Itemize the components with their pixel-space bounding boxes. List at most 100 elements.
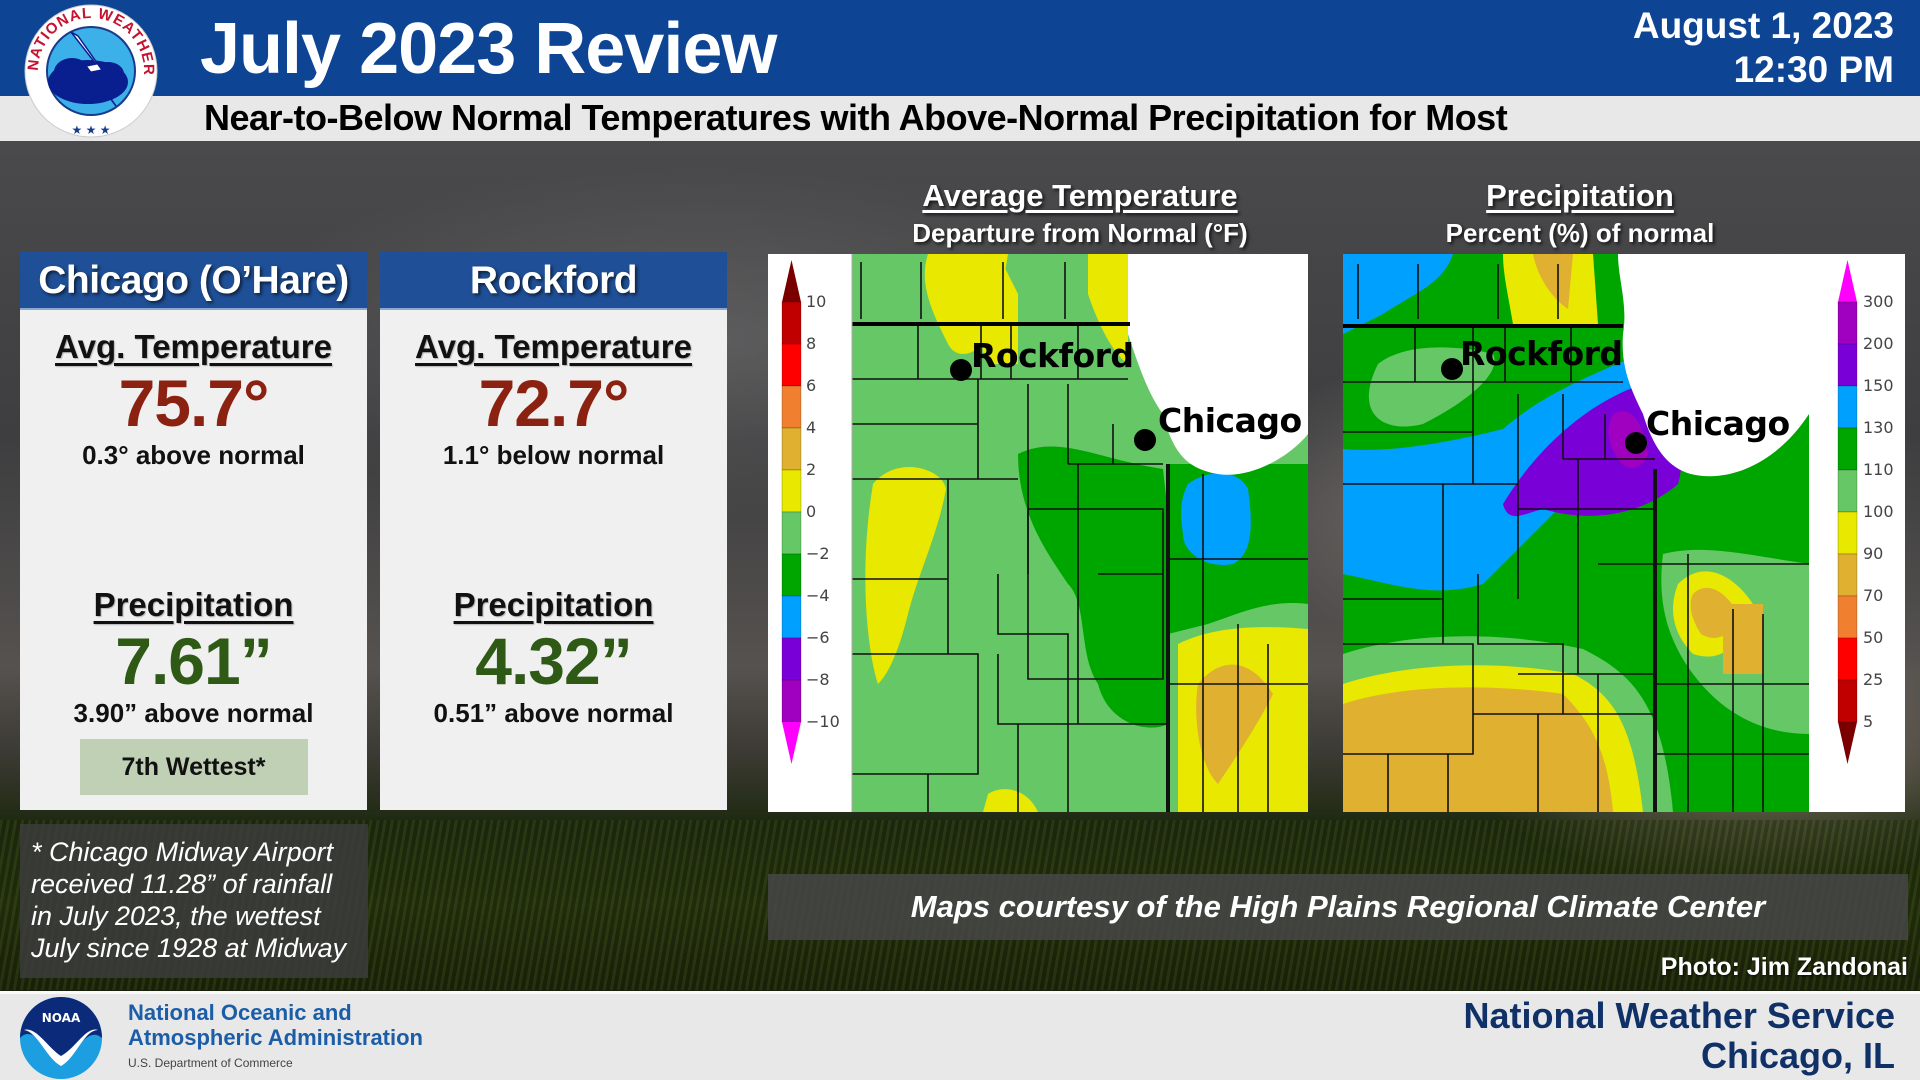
station-panel-chicago: Chicago (O’Hare) Avg. Temperature 75.7° … bbox=[20, 252, 367, 810]
temp-departure: 1.1° below normal bbox=[442, 440, 665, 470]
temp-label: Avg. Temperature bbox=[55, 328, 332, 365]
legend-tick-label: −6 bbox=[806, 628, 830, 647]
svg-text:★ ★ ★: ★ ★ ★ bbox=[72, 123, 111, 137]
precip-total-value: 4.32” bbox=[475, 624, 632, 698]
footnote-line: * Chicago Midway Airport bbox=[31, 837, 334, 867]
legend-swatch bbox=[1837, 679, 1858, 723]
nws-logo-icon: NATIONAL WEATHER SERVICE ★ ★ ★ bbox=[16, 2, 158, 138]
rank-badge: 7th Wettest* bbox=[79, 739, 308, 795]
contour-below-normal bbox=[1343, 687, 1613, 812]
legend-tick-label: 50 bbox=[1863, 628, 1884, 647]
legend-tick-label: 0 bbox=[806, 502, 817, 521]
maps-courtesy-note: Maps courtesy of the High Plains Regiona… bbox=[768, 874, 1908, 940]
legend-arrow-top bbox=[782, 260, 801, 302]
legend-tick-label: 110 bbox=[1863, 460, 1894, 479]
noaa-name-line2: Atmospheric Administration bbox=[128, 1025, 423, 1050]
chicago-marker bbox=[1625, 432, 1647, 454]
footnote-line: in July 2023, the wettest bbox=[31, 901, 321, 931]
legend-tick-label: 5 bbox=[1863, 712, 1874, 731]
legend-tick-label: −2 bbox=[806, 544, 830, 563]
photo-credit: Photo: Jim Zandonai bbox=[1660, 953, 1908, 981]
legend-swatch bbox=[1837, 301, 1858, 345]
temp-departure: 0.3° above normal bbox=[82, 440, 305, 470]
legend-swatch bbox=[781, 385, 802, 429]
legend-tick-label: 130 bbox=[1863, 418, 1894, 437]
legend-tick-label: 8 bbox=[806, 334, 817, 353]
footnote-line: July since 1928 at Midway bbox=[31, 933, 347, 963]
legend-tick-label: 6 bbox=[806, 376, 817, 395]
temp-map-subheading: Departure from Normal (°F) bbox=[912, 218, 1248, 248]
legend-arrow-bottom bbox=[1838, 722, 1857, 764]
station-name: Chicago (O’Hare) bbox=[20, 252, 367, 310]
legend-tick-label: 10 bbox=[806, 292, 827, 311]
issued-datetime: August 1, 2023 12:30 PM bbox=[1633, 4, 1894, 92]
noaa-name: National Oceanic and Atmospheric Adminis… bbox=[128, 1000, 423, 1050]
legend-tick-label: −4 bbox=[806, 586, 830, 605]
legend-arrow-bottom bbox=[782, 722, 801, 764]
noaa-name-line1: National Oceanic and bbox=[128, 1000, 352, 1025]
page-subtitle: Near-to-Below Normal Temperatures with A… bbox=[204, 97, 1508, 138]
precip-map-heading: Precipitation bbox=[1486, 178, 1674, 213]
legend-tick-label: −8 bbox=[806, 670, 830, 689]
rockford-marker bbox=[950, 359, 972, 381]
legend-arrow-top bbox=[1838, 260, 1857, 302]
rockford-label: Rockford bbox=[1460, 334, 1623, 373]
legend-swatch bbox=[1837, 637, 1858, 681]
legend-swatch bbox=[1837, 511, 1858, 555]
legend-tick-label: 4 bbox=[806, 418, 817, 437]
legend-tick-label: 70 bbox=[1863, 586, 1884, 605]
precip-label: Precipitation bbox=[453, 586, 654, 623]
avg-temp-value: 72.7° bbox=[478, 366, 630, 440]
station-name: Rockford bbox=[380, 252, 727, 310]
issued-time: 12:30 PM bbox=[1733, 49, 1894, 90]
issued-date: August 1, 2023 bbox=[1632, 5, 1894, 46]
legend-swatch bbox=[781, 343, 802, 387]
legend-swatch bbox=[781, 679, 802, 723]
legend-tick-label: 90 bbox=[1863, 544, 1884, 563]
svg-text:NOAA: NOAA bbox=[42, 1011, 81, 1025]
nws-office: National Weather Service Chicago, IL bbox=[1463, 996, 1895, 1076]
legend-swatch bbox=[781, 553, 802, 597]
footnote-line: received 11.28” of rainfall bbox=[31, 869, 333, 899]
chicago-marker bbox=[1134, 429, 1156, 451]
noaa-logo-icon: NOAA bbox=[20, 997, 102, 1079]
page-title: July 2023 Review bbox=[200, 9, 777, 89]
temperature-departure-map: Rockford Chicago 10 8 6 4 2 0 −2 −4 −6 −8 −10 bbox=[768, 254, 1308, 812]
chicago-label: Chicago bbox=[1646, 404, 1790, 443]
legend-swatch bbox=[1837, 427, 1858, 471]
precip-map-graphic bbox=[1343, 254, 1858, 812]
temp-label: Avg. Temperature bbox=[415, 328, 692, 365]
legend-swatch bbox=[1837, 553, 1858, 597]
legend-swatch bbox=[781, 637, 802, 681]
contour-below-normal bbox=[1723, 604, 1763, 674]
contour-much-below-normal bbox=[1181, 473, 1251, 565]
avg-temp-value: 75.7° bbox=[118, 366, 270, 440]
temp-map-heading: Average Temperature bbox=[922, 178, 1238, 213]
precipitation-percent-map: Rockford Chicago 300 200 150 130 110 100 90 70 5… bbox=[1343, 254, 1905, 812]
noaa-department: U.S. Department of Commerce bbox=[128, 1056, 293, 1070]
legend-swatch bbox=[1837, 385, 1858, 429]
legend-tick-label: −10 bbox=[806, 712, 840, 731]
legend-swatch bbox=[781, 301, 802, 345]
legend-swatch bbox=[1837, 343, 1858, 387]
chicago-label: Chicago bbox=[1158, 401, 1302, 440]
legend-tick-label: 100 bbox=[1863, 502, 1894, 521]
nws-office-name: National Weather Service bbox=[1463, 995, 1895, 1036]
precip-total-value: 7.61” bbox=[115, 624, 272, 698]
legend-swatch bbox=[781, 469, 802, 513]
midway-footnote: * Chicago Midway Airport received 11.28”… bbox=[20, 824, 368, 978]
legend-tick-label: 150 bbox=[1863, 376, 1894, 395]
temp-map-title: Average Temperature Departure from Norma… bbox=[840, 178, 1320, 249]
legend-tick-label: 200 bbox=[1863, 334, 1894, 353]
precip-legend-colorbar bbox=[1837, 260, 1858, 764]
nws-office-location: Chicago, IL bbox=[1700, 1035, 1895, 1076]
precip-departure: 3.90” above normal bbox=[73, 698, 314, 728]
precip-label: Precipitation bbox=[93, 586, 294, 623]
precip-map-subheading: Percent (%) of normal bbox=[1445, 218, 1715, 248]
temp-legend-colorbar bbox=[781, 260, 802, 764]
precip-departure: 0.51” above normal bbox=[433, 698, 674, 728]
legend-swatch bbox=[781, 595, 802, 639]
station-panel-rockford: Rockford Avg. Temperature 72.7° 1.1° bel… bbox=[380, 252, 727, 810]
legend-tick-label: 300 bbox=[1863, 292, 1894, 311]
rockford-label: Rockford bbox=[971, 336, 1134, 375]
